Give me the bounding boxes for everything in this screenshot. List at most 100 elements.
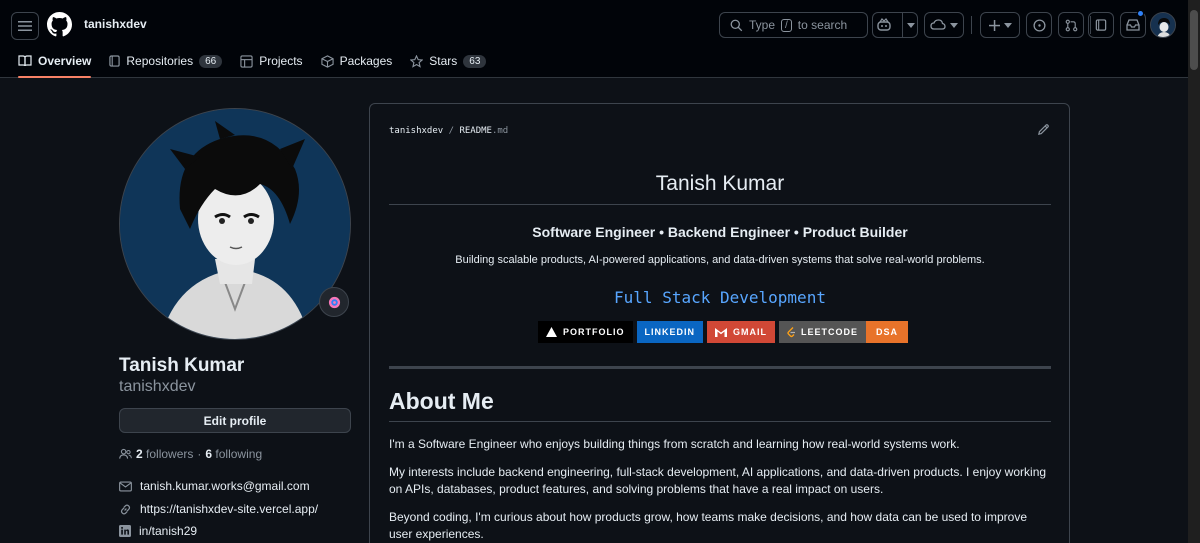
following-count: 6 [205,447,213,461]
search-shortcut-key: / [781,18,792,32]
profile-fullname: Tanish Kumar [119,355,245,376]
mail-icon [119,480,132,492]
profile-website-row: https://tanishxdev-site.vercel.app/ [119,502,318,516]
badge-label: LEETCODE [801,327,859,337]
search-prefix: Type [749,18,776,32]
profile-tabs: Overview Repositories 66 Projects Packag… [18,48,495,78]
readme-extension: .md [491,126,509,136]
tab-label: Projects [259,54,303,68]
portfolio-badge[interactable]: PORTFOLIO [538,321,633,343]
profile-linkedin-row: in/tanish29 [119,524,197,538]
edit-profile-button[interactable]: Edit profile [119,408,351,433]
pencil-icon[interactable] [1037,123,1050,136]
codespaces-button[interactable] [924,12,964,38]
notification-indicator [1137,10,1144,17]
badge-row: PORTFOLIO LINKEDIN GMAIL LEETCODE DSA [538,321,909,343]
about-paragraph-3: Beyond coding, I'm curious about how pro… [389,510,1027,541]
tab-label: Stars [429,54,458,68]
tab-stars[interactable]: Stars 63 [401,48,495,74]
readme-title: Tanish Kumar [389,172,1051,205]
star-icon [410,54,424,68]
pull-request-icon [1065,19,1077,31]
cloud-icon [930,19,946,30]
gmail-icon [715,328,727,337]
gmail-badge[interactable]: GMAIL [707,321,775,343]
header-divider [971,16,972,34]
plus-icon [988,19,1000,31]
following-label: following [215,447,263,461]
book-icon [18,55,32,67]
readme-stack-heading: Full Stack Development [614,288,826,307]
about-paragraph-1: I'm a Software Engineer who enjoys build… [389,437,960,451]
leetcode-icon [787,326,795,337]
copilot-icon [876,18,891,31]
readme-tagline: Building scalable products, AI-powered a… [455,254,985,266]
path-separator: / [448,126,455,136]
page-scrollbar[interactable] [1188,0,1200,543]
inbox-icon [1126,19,1140,31]
tab-packages[interactable]: Packages [312,48,402,74]
stars-count: 63 [463,54,487,68]
table-icon [240,54,253,68]
about-paragraph-2: My interests include backend engineering… [389,465,1047,496]
triangle-icon [546,327,557,337]
tab-label: Packages [339,54,393,68]
profile-email-row: tanish.kumar.works@gmail.com [119,479,310,493]
followers-link[interactable]: 2 followers [136,447,193,461]
menu-button[interactable] [11,12,39,40]
tab-label: Overview [38,54,92,68]
profile-email[interactable]: tanish.kumar.works@gmail.com [140,479,310,493]
followers-label: followers [146,447,194,461]
scrollbar-thumb[interactable] [1190,10,1198,70]
profile-website[interactable]: https://tanishxdev-site.vercel.app/ [140,502,318,516]
readme-filename: README [459,126,492,136]
search-input[interactable]: Type / to search [719,12,868,38]
readme-path: tanishxdev / README.md [389,126,508,136]
readme-file-link[interactable]: README.md [459,126,508,136]
leetcode-badge-left: LEETCODE [779,321,867,343]
hamburger-icon [18,21,32,31]
linkedin-icon [119,525,131,537]
repo-icon [109,54,121,67]
separator-dot: · [197,447,202,461]
target-icon [328,296,340,308]
profile-linkedin[interactable]: in/tanish29 [139,524,197,538]
readme-divider [389,366,1051,369]
dsa-badge: DSA [866,321,909,343]
search-icon [730,19,743,31]
issue-icon [1032,18,1046,32]
chevron-down-icon [1003,22,1012,28]
tab-label: Repositories [126,54,194,68]
chevron-down-icon [950,22,958,28]
avatar-image [1151,13,1175,37]
followers-count: 2 [136,447,143,461]
user-avatar[interactable] [1150,12,1176,38]
badge-label: LINKEDIN [644,327,695,337]
status-emoji-button[interactable] [319,287,349,317]
tab-projects[interactable]: Projects [231,48,311,74]
issues-button[interactable] [1026,12,1052,38]
about-heading: About Me [389,388,1051,422]
create-new-button[interactable] [980,12,1020,38]
linkedin-badge[interactable]: LINKEDIN [636,321,703,343]
people-icon [119,448,132,459]
context-username[interactable]: tanishxdev [84,17,147,31]
badge-label: PORTFOLIO [563,327,625,337]
pull-requests-button[interactable] [1058,12,1084,38]
avatar-illustration [120,109,350,339]
package-icon [320,54,334,68]
github-logo-icon[interactable] [47,12,72,37]
profile-username: tanishxdev [119,378,196,395]
profile-avatar[interactable] [119,108,351,340]
readme-subtitle: Software Engineer • Backend Engineer • P… [532,224,908,240]
top-header: tanishxdev Type / to search Overview Rep… [0,0,1200,78]
chevron-down-icon [906,22,915,28]
readme-owner-link[interactable]: tanishxdev [389,126,443,136]
following-link[interactable]: 6 following [205,447,262,461]
repositories-button[interactable] [1088,12,1114,38]
tab-overview[interactable]: Overview [18,48,100,78]
follow-stats: 2 followers · 6 following [119,447,262,461]
tab-repositories[interactable]: Repositories 66 [100,48,231,74]
leetcode-badge[interactable]: LEETCODE DSA [779,321,909,343]
copilot-button[interactable] [872,12,918,38]
